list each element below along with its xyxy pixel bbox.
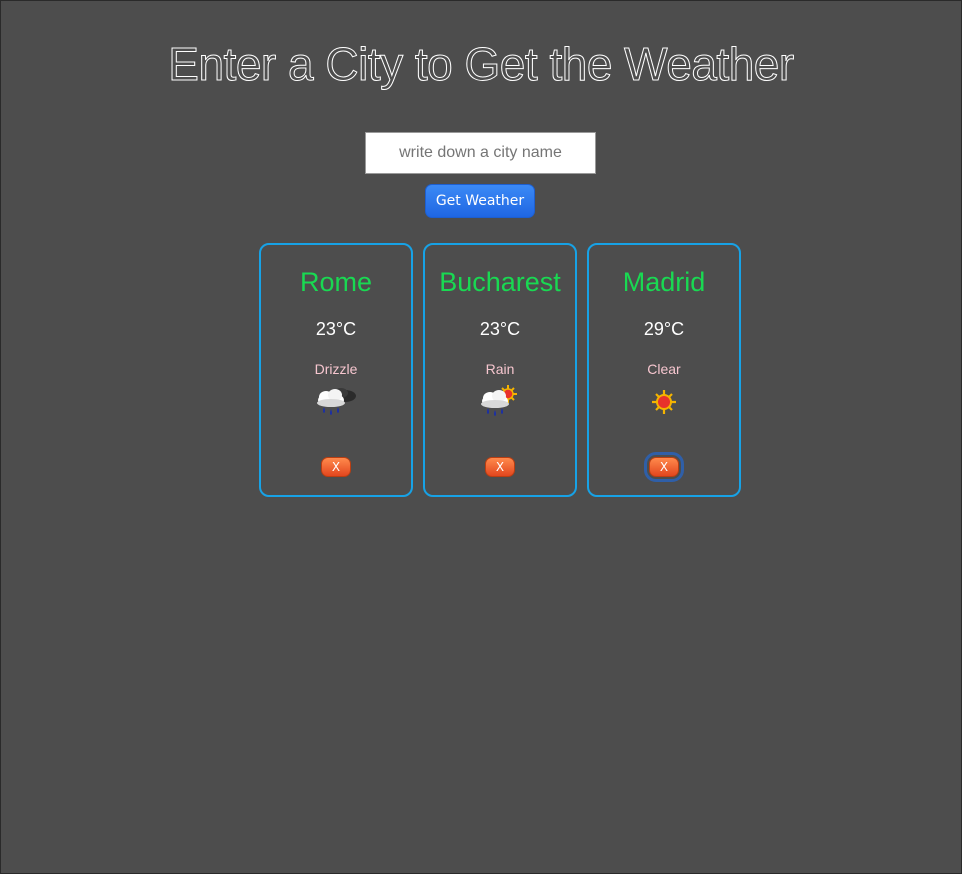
- remove-card-button[interactable]: X: [485, 457, 515, 477]
- weather-card-bucharest: Bucharest 23°C Rain X: [423, 243, 577, 497]
- page-title: Enter a City to Get the Weather: [168, 38, 795, 91]
- card-temperature: 29°C: [643, 319, 685, 339]
- remove-card-button[interactable]: X: [321, 457, 351, 477]
- sun-icon: [639, 385, 689, 419]
- card-description: Clear: [647, 361, 681, 377]
- card-temperature: 23°C: [479, 319, 521, 339]
- card-city-name: Bucharest: [439, 267, 561, 297]
- card-city-name: Rome: [299, 267, 373, 297]
- card-city-name: Madrid: [622, 267, 706, 297]
- weather-card-madrid: Madrid 29°C Clear X: [587, 243, 741, 497]
- rain-sun-icon: [475, 385, 525, 419]
- card-temperature: 23°C: [315, 319, 357, 339]
- get-weather-button[interactable]: Get Weather: [425, 184, 535, 218]
- city-search-input[interactable]: [365, 132, 596, 174]
- remove-card-button[interactable]: X: [644, 452, 684, 482]
- drizzle-cloud-icon: [311, 385, 361, 419]
- weather-card-rome: Rome 23°C Drizzle X: [259, 243, 413, 497]
- card-description: Rain: [485, 361, 515, 377]
- card-description: Drizzle: [314, 361, 358, 377]
